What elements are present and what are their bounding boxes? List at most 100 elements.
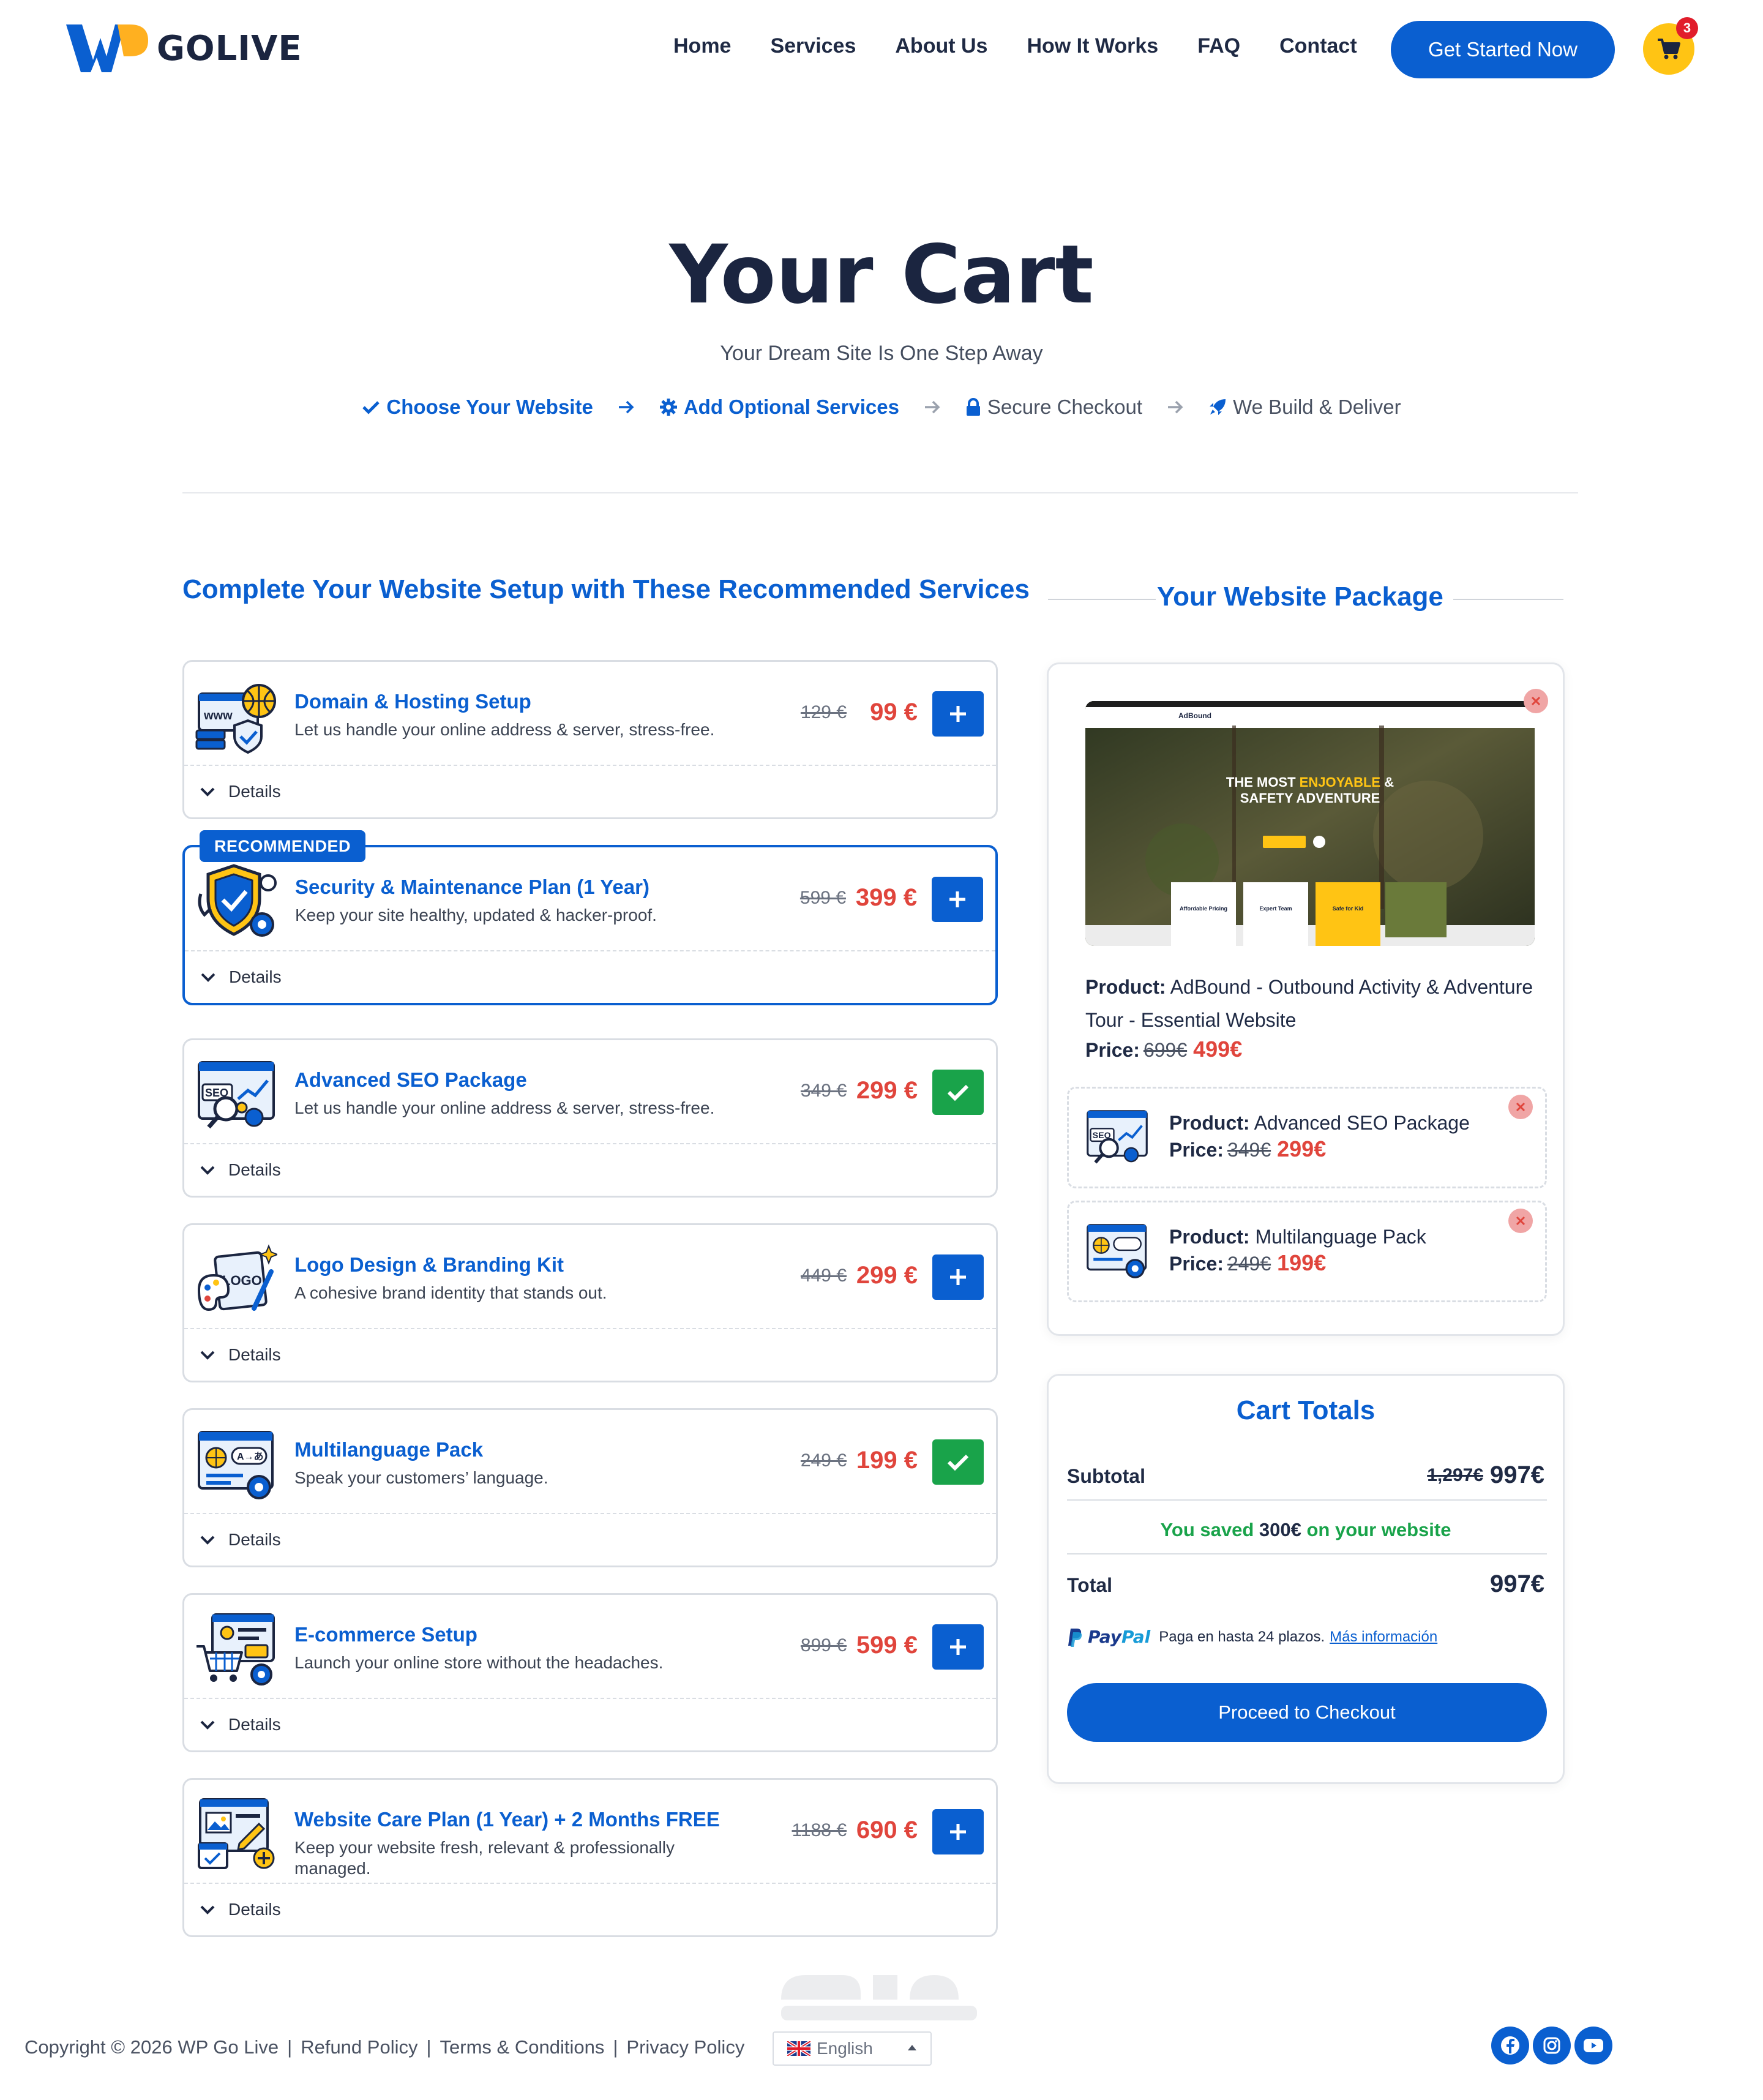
service-price: 299 € <box>856 1077 918 1104</box>
add-service-button[interactable] <box>932 1624 984 1670</box>
add-service-button[interactable] <box>932 691 984 737</box>
arrow-right-icon <box>618 400 635 414</box>
paypal-banner: PayPal Paga en hasta 24 plazos. Más info… <box>1067 1627 1437 1647</box>
paypal-icon <box>1068 1628 1082 1647</box>
get-started-button[interactable]: Get Started Now <box>1391 21 1615 78</box>
youtube-button[interactable] <box>1574 2027 1612 2064</box>
page-subtitle: Your Dream Site Is One Step Away <box>720 342 1043 365</box>
nav-services[interactable]: Services <box>770 34 856 58</box>
details-label: Details <box>228 1715 281 1734</box>
logo[interactable]: GOLIVE <box>66 22 302 75</box>
step-choose-website: Choose Your Website <box>362 396 593 419</box>
footer-links: Copyright © 2026 WP Go Live | Refund Polic… <box>24 2036 745 2058</box>
nav-how-it-works[interactable]: How It Works <box>1027 34 1158 58</box>
preview-site-logo: AdBound <box>1178 711 1211 720</box>
remove-addon-button[interactable] <box>1508 1209 1533 1233</box>
step-secure-checkout: Secure Checkout <box>965 396 1142 419</box>
service-title: Domain & Hosting Setup <box>294 690 531 713</box>
step-label: Secure Checkout <box>987 396 1143 418</box>
service-price: 199 € <box>856 1447 918 1474</box>
multilanguage-icon: A→あ <box>198 1431 274 1499</box>
facebook-icon <box>1501 2036 1519 2055</box>
caret-up-icon <box>908 2045 916 2050</box>
language-selector[interactable]: English <box>773 2031 932 2066</box>
details-toggle[interactable]: Details <box>185 951 995 1003</box>
service-old-price: 899 € <box>800 1635 847 1656</box>
service-description: A cohesive brand identity that stands ou… <box>294 1283 607 1302</box>
details-label: Details <box>228 1530 281 1549</box>
row-divider <box>1067 1499 1547 1501</box>
site-header: GOLIVE Home Services About Us How It Wor… <box>0 0 1763 98</box>
plus-icon <box>950 706 966 722</box>
arrow-right-icon <box>924 400 941 414</box>
package-price: Price: 699€ 499€ <box>1085 1037 1242 1062</box>
service-price: 399 € <box>855 884 917 911</box>
paypal-text: Paga en hasta 24 plazos. <box>1159 1628 1325 1645</box>
addon-item-seo: SEO Product: Advanced SEO Package Price:… <box>1067 1087 1547 1188</box>
section-divider <box>182 492 1578 493</box>
details-toggle[interactable]: Details <box>184 1884 996 1935</box>
website-package-card: AdBound THE MOST ENJOYABLE & SAFETY ADVE… <box>1047 662 1565 1336</box>
step-label: We Build & Deliver <box>1233 396 1401 418</box>
logo-palette-icon: LOGO <box>197 1244 277 1311</box>
service-added-button[interactable] <box>932 1070 984 1115</box>
details-label: Details <box>228 782 281 801</box>
service-card-security-maintenance: RECOMMENDED Security & Maintenance Plan … <box>182 830 998 1005</box>
service-description: Let us handle your online address & serv… <box>294 1098 715 1117</box>
nav-faq[interactable]: FAQ <box>1197 34 1240 58</box>
service-description: Launch your online store without the hea… <box>294 1653 664 1672</box>
nav-contact[interactable]: Contact <box>1279 34 1357 58</box>
total-value: 997€ <box>1490 1570 1544 1597</box>
refund-policy-link[interactable]: Refund Policy <box>301 2036 417 2058</box>
details-toggle[interactable]: Details <box>184 1514 996 1566</box>
watermark-logo <box>781 1975 977 2020</box>
service-old-price: 249 € <box>800 1450 847 1471</box>
website-preview-image[interactable]: AdBound THE MOST ENJOYABLE & SAFETY ADVE… <box>1085 701 1535 946</box>
service-added-button[interactable] <box>932 1439 984 1485</box>
check-icon <box>947 1084 969 1101</box>
service-card-ecommerce: E-commerce Setup Launch your online stor… <box>182 1593 998 1752</box>
paypal-more-info-link[interactable]: Más información <box>1330 1629 1437 1646</box>
nav-about-us[interactable]: About Us <box>895 34 987 58</box>
svg-text:www: www <box>203 709 233 722</box>
add-service-button[interactable] <box>932 1254 984 1300</box>
addon-item-multilanguage: Product: Multilanguage Pack Price: 249€ 19… <box>1067 1201 1547 1302</box>
price: 499€ <box>1193 1037 1243 1062</box>
service-card-website-care: Website Care Plan (1 Year) + 2 Months FR… <box>182 1778 998 1937</box>
details-toggle[interactable]: Details <box>184 766 996 817</box>
check-icon <box>362 401 380 414</box>
step-add-services: Add Optional Services <box>659 396 899 419</box>
plus-icon <box>949 891 965 907</box>
remove-website-button[interactable] <box>1524 689 1548 713</box>
details-toggle[interactable]: Details <box>184 1699 996 1750</box>
preview-feature: Safe for Kid <box>1332 906 1364 912</box>
service-price: 299 € <box>856 1262 918 1289</box>
chevron-down-icon <box>200 1720 215 1730</box>
privacy-policy-link[interactable]: Privacy Policy <box>626 2036 744 2058</box>
instagram-button[interactable] <box>1533 2027 1571 2064</box>
subtotal-old: 1,297€ <box>1427 1465 1483 1485</box>
service-title: Logo Design & Branding Kit <box>294 1253 564 1276</box>
package-product: Product: AdBound - Outbound Activity & A… <box>1085 970 1538 1037</box>
check-icon <box>947 1454 969 1471</box>
add-service-button[interactable] <box>932 1809 984 1854</box>
service-old-price: 129 € <box>800 702 847 722</box>
facebook-button[interactable] <box>1491 2027 1529 2064</box>
close-icon <box>1516 1102 1525 1112</box>
addon-price: Price: 249€ 199€ <box>1169 1250 1327 1275</box>
details-toggle[interactable]: Details <box>184 1329 996 1381</box>
proceed-to-checkout-button[interactable]: Proceed to Checkout <box>1067 1683 1547 1742</box>
cart-totals-card: Cart Totals Subtotal 1,297€ 997€ You sav… <box>1047 1374 1565 1784</box>
remove-addon-button[interactable] <box>1508 1095 1533 1119</box>
add-service-button[interactable] <box>932 877 983 922</box>
plus-icon <box>950 1639 966 1655</box>
details-label: Details <box>228 1900 281 1919</box>
subtotal-value: 997€ <box>1490 1461 1544 1488</box>
chevron-down-icon <box>200 787 215 797</box>
service-card-logo-branding: LOGO Logo Design & Branding Kit A cohesi… <box>182 1223 998 1382</box>
chevron-down-icon <box>200 1351 215 1360</box>
nav-home[interactable]: Home <box>673 34 731 58</box>
terms-link[interactable]: Terms & Conditions <box>440 2036 605 2058</box>
details-toggle[interactable]: Details <box>184 1144 996 1196</box>
savings-message: You saved 300€ on your website <box>1160 1519 1451 1540</box>
